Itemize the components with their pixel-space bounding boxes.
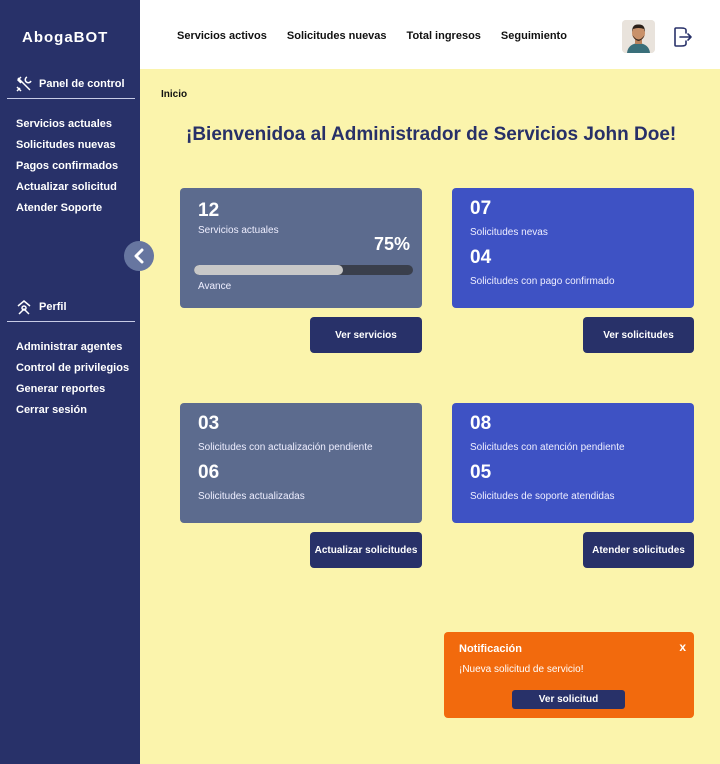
actualizacion-card: 03 Solicitudes con actualización pendien…	[180, 403, 422, 523]
close-icon[interactable]: x	[679, 640, 686, 654]
profile-section-title: Perfil	[39, 301, 67, 313]
progress-bar-fill	[194, 265, 343, 275]
progress-bar	[194, 265, 413, 275]
divider	[7, 98, 135, 99]
ver-servicios-button[interactable]: Ver servicios	[310, 317, 422, 353]
atencion-pendiente-label: Solicitudes con atención pendiente	[470, 442, 625, 453]
sidebar-item-cerrar-sesion[interactable]: Cerrar sesión	[16, 400, 129, 421]
actualizacion-pendiente-count: 03	[198, 413, 220, 434]
solicitudes-nuevas-label: Solicitudes nevas	[470, 227, 548, 238]
sidebar-item-pagos-confirmados[interactable]: Pagos confirmados	[16, 156, 118, 177]
top-bar: Servicios activos Solicitudes nuevas Tot…	[140, 0, 720, 69]
atender-solicitudes-button[interactable]: Atender solicitudes	[583, 532, 694, 568]
profile-menu: Administrar agentes Control de privilegi…	[16, 337, 129, 421]
sidebar-item-generar-reportes[interactable]: Generar reportes	[16, 379, 129, 400]
actualizar-solicitudes-button[interactable]: Actualizar solicitudes	[310, 532, 422, 568]
notification-message: ¡Nueva solicitud de servicio!	[459, 664, 584, 675]
atencion-pendiente-count: 08	[470, 413, 492, 434]
pago-confirmado-label: Solicitudes con pago confirmado	[470, 276, 615, 287]
nav-seguimiento[interactable]: Seguimiento	[501, 30, 567, 42]
nav-total-ingresos[interactable]: Total ingresos	[407, 30, 481, 42]
servicios-count: 12	[198, 200, 220, 221]
nav-servicios-activos[interactable]: Servicios activos	[177, 30, 267, 42]
servicios-label: Servicios actuales	[198, 225, 279, 236]
panel-section-title: Panel de control	[39, 78, 125, 90]
soporte-atendidas-label: Solicitudes de soporte atendidas	[470, 491, 615, 502]
servicios-actuales-card: 12 Servicios actuales 75% Avance	[180, 188, 422, 308]
sidebar-item-administrar-agentes[interactable]: Administrar agentes	[16, 337, 129, 358]
app-logo: AbogaBOT	[22, 29, 109, 46]
sidebar-item-control-privilegios[interactable]: Control de privilegios	[16, 358, 129, 379]
logout-icon[interactable]	[672, 25, 694, 49]
tools-icon	[15, 75, 33, 93]
actualizacion-pendiente-label: Solicitudes con actualización pendiente	[198, 442, 373, 453]
profile-icon	[15, 298, 33, 316]
solicitudes-nuevas-count: 07	[470, 198, 492, 219]
solicitudes-card: 07 Solicitudes nevas 04 Solicitudes con …	[452, 188, 694, 308]
collapse-sidebar-button[interactable]	[124, 241, 154, 271]
sidebar-item-solicitudes-nuevas[interactable]: Solicitudes nuevas	[16, 135, 118, 156]
progress-label: Avance	[198, 281, 232, 292]
avatar[interactable]	[622, 20, 655, 53]
sidebar-item-atender-soporte[interactable]: Atender Soporte	[16, 198, 118, 219]
page-title: ¡Bienvenidoa al Administrador de Servici…	[186, 124, 677, 145]
sidebar: AbogaBOT Panel de control Servicios actu…	[0, 0, 140, 764]
panel-menu: Servicios actuales Solicitudes nuevas Pa…	[16, 114, 118, 219]
notification-title: Notificación	[459, 643, 522, 655]
actualizadas-count: 06	[198, 462, 220, 483]
sidebar-item-servicios-actuales[interactable]: Servicios actuales	[16, 114, 118, 135]
actualizadas-label: Solicitudes actualizadas	[198, 491, 305, 502]
chevron-left-icon	[134, 248, 144, 264]
nav-solicitudes-nuevas[interactable]: Solicitudes nuevas	[287, 30, 387, 42]
ver-solicitud-button[interactable]: Ver solicitud	[512, 690, 625, 709]
profile-section-header: Perfil	[15, 298, 67, 316]
sidebar-item-actualizar-solicitud[interactable]: Actualizar solicitud	[16, 177, 118, 198]
pago-confirmado-count: 04	[470, 247, 492, 268]
panel-section-header: Panel de control	[15, 75, 125, 93]
soporte-atendidas-count: 05	[470, 462, 492, 483]
progress-percent: 75%	[373, 234, 410, 254]
notification-toast: Notificación x ¡Nueva solicitud de servi…	[444, 632, 694, 718]
soporte-card: 08 Solicitudes con atención pendiente 05…	[452, 403, 694, 523]
top-nav: Servicios activos Solicitudes nuevas Tot…	[177, 30, 567, 42]
ver-solicitudes-button[interactable]: Ver solicitudes	[583, 317, 694, 353]
divider	[7, 321, 135, 322]
breadcrumb[interactable]: Inicio	[161, 89, 187, 100]
